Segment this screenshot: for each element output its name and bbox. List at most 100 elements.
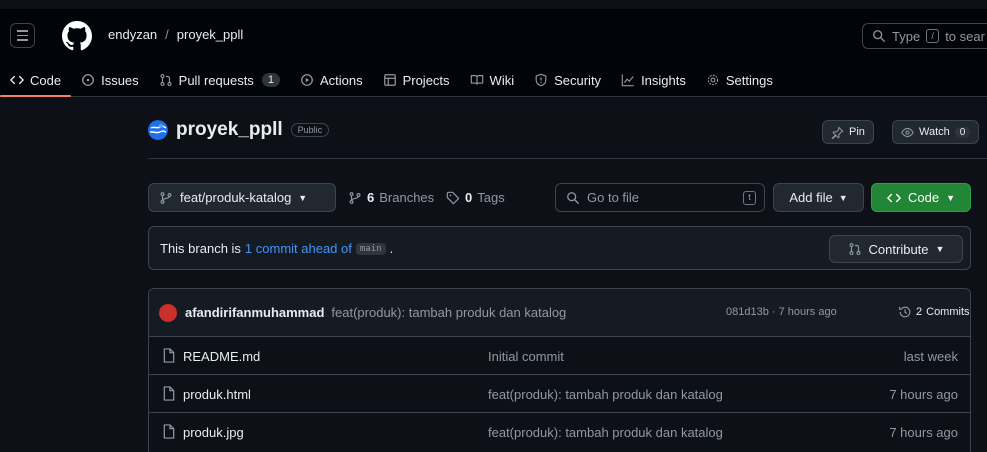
book-icon (470, 75, 483, 85)
file-commit-message[interactable]: Initial commit (488, 349, 564, 364)
menu-line-icon (17, 39, 28, 41)
add-file-button[interactable]: Add file ▼ (773, 183, 864, 212)
pull-request-icon (160, 74, 172, 86)
global-search[interactable]: Type / to sear (862, 23, 987, 49)
tab-issues[interactable]: Issues (71, 68, 149, 92)
tab-label: Projects (402, 72, 450, 88)
table-row[interactable]: produk.jpg feat(produk): tambah produk d… (149, 413, 970, 451)
branch-icon (160, 191, 172, 204)
file-icon (163, 386, 175, 401)
breadcrumb: endyzan / proyek_ppll (108, 27, 243, 42)
commits-history-link[interactable]: 2 Commits (898, 305, 970, 319)
tab-insights[interactable]: Insights (611, 68, 696, 92)
pull-request-icon (848, 243, 861, 255)
pin-icon (831, 126, 844, 139)
commits-ahead-link[interactable]: 1 commit ahead of (245, 241, 352, 256)
tab-label: Actions (319, 72, 363, 88)
tab-settings[interactable]: Settings (696, 68, 783, 92)
author-avatar[interactable] (159, 303, 177, 322)
contribute-label: Contribute (868, 241, 929, 257)
tab-wiki[interactable]: Wiki (460, 68, 525, 92)
watch-label: Watch (919, 126, 950, 138)
branch-status-prefix: This branch is (160, 241, 241, 256)
code-button[interactable]: Code ▼ (871, 183, 971, 212)
file-date: last week (903, 349, 958, 364)
branch-status-suffix: . (389, 241, 394, 256)
code-icon (887, 193, 901, 202)
file-date: 7 hours ago (889, 387, 958, 402)
file-name[interactable]: README.md (183, 349, 260, 364)
graph-icon (621, 74, 634, 87)
tags-link[interactable]: 0 Tags (446, 190, 505, 205)
go-to-file-input[interactable]: Go to file t (555, 183, 765, 212)
chevron-down-icon: ▼ (838, 192, 848, 203)
branches-count: 6 (367, 190, 375, 205)
pin-label: Pin (849, 126, 865, 138)
repo-title: proyek_ppll Public (148, 119, 330, 141)
file-date: 7 hours ago (889, 425, 958, 440)
eye-icon (901, 127, 914, 137)
repo-header: endyzan / proyek_ppll Type / to sear Cod… (0, 9, 987, 97)
tab-actions[interactable]: Actions (290, 68, 373, 92)
tags-label: Tags (477, 190, 505, 205)
file-name[interactable]: produk.html (183, 387, 251, 402)
play-icon (301, 74, 313, 86)
chevron-down-icon: ▼ (946, 192, 955, 203)
tab-projects[interactable]: Projects (373, 68, 460, 92)
tab-label: Pull requests (178, 72, 254, 88)
table-row[interactable]: produk.html feat(produk): tambah produk … (149, 375, 970, 413)
commit-message[interactable]: feat(produk): tambah produk dan katalog (331, 305, 566, 320)
chevron-down-icon: ▼ (298, 192, 308, 203)
title-divider (148, 158, 987, 159)
menu-button[interactable] (10, 23, 35, 48)
github-logo-icon[interactable] (62, 21, 92, 51)
search-icon (567, 191, 579, 204)
code-button-label: Code (908, 190, 940, 205)
go-to-file-placeholder: Go to file (587, 190, 640, 205)
visibility-badge: Public (290, 123, 330, 137)
tab-label: Wiki (489, 72, 515, 88)
menu-line-icon (17, 34, 28, 37)
branches-link[interactable]: 6 Branches (348, 190, 434, 205)
contribute-button[interactable]: Contribute ▼ (829, 235, 963, 263)
tab-label: Insights (641, 72, 686, 88)
commits-count: 2 (916, 306, 923, 318)
issue-icon (82, 74, 94, 86)
commit-hash-time[interactable]: 081d13b · 7 hours ago (726, 306, 837, 318)
latest-commit-row: afandirifanmuhammad feat(produk): tambah… (149, 289, 970, 337)
add-file-label: Add file (789, 190, 833, 205)
table-icon (383, 74, 396, 86)
search-icon (873, 30, 885, 42)
branches-label: Branches (379, 190, 435, 205)
file-table: afandirifanmuhammad feat(produk): tambah… (148, 288, 971, 452)
tab-security[interactable]: Security (524, 68, 611, 92)
commit-author[interactable]: afandirifanmuhammad (185, 305, 324, 320)
tag-icon (446, 191, 460, 204)
watch-counter: 0 (954, 126, 971, 138)
table-row[interactable]: README.md Initial commit last week (149, 337, 970, 375)
commits-label: Commits (926, 306, 970, 318)
file-commit-message[interactable]: feat(produk): tambah produk dan katalog (488, 387, 723, 402)
file-commit-message[interactable]: feat(produk): tambah produk dan katalog (488, 425, 723, 440)
file-name[interactable]: produk.jpg (183, 425, 244, 440)
tab-code[interactable]: Code (0, 68, 72, 97)
branch-status-text: This branch is 1 commit ahead of main . (160, 241, 393, 256)
file-icon (163, 424, 175, 439)
breadcrumb-repo[interactable]: proyek_ppll (177, 27, 244, 42)
pin-button[interactable]: Pin (822, 120, 874, 144)
repo-name[interactable]: proyek_ppll (176, 119, 283, 141)
chevron-down-icon: ▼ (935, 244, 945, 254)
branch-selector[interactable]: feat/produk-katalog ▼ (148, 183, 336, 212)
tab-label: Settings (725, 72, 773, 88)
file-icon (163, 348, 175, 363)
shield-icon (535, 73, 547, 87)
breadcrumb-owner[interactable]: endyzan (108, 27, 157, 42)
branch-status-box: This branch is 1 commit ahead of main . … (148, 226, 971, 270)
repo-tabs: Code Issues Pull requests 1 Actions Proj… (0, 68, 783, 97)
search-placeholder: Type (892, 28, 921, 44)
tab-pull-requests[interactable]: Pull requests 1 (149, 68, 290, 92)
watch-button[interactable]: Watch 0 (892, 120, 980, 144)
base-branch: main (355, 242, 386, 255)
pull-requests-counter: 1 (261, 73, 280, 87)
search-shortcut-key: / (926, 29, 940, 43)
